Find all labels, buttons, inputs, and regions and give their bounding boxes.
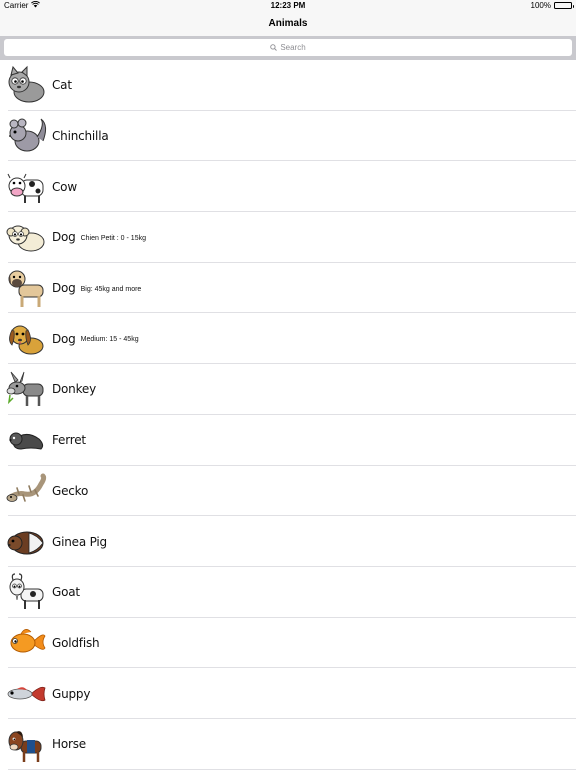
animal-list: Cat Chinchilla Cow Dog Chien Petit : 0 - 15k… [0, 60, 576, 770]
list-item[interactable]: Dog Big: 45kg and more [0, 263, 576, 314]
animal-detail: Big: 45kg and more [80, 285, 142, 293]
animal-name: Chinchilla [52, 129, 109, 144]
list-item[interactable]: Cow [0, 161, 576, 212]
search-placeholder: Search [280, 43, 306, 52]
goldfish-icon [5, 622, 47, 664]
chinchilla-icon [5, 115, 47, 157]
animal-name: Dog [52, 331, 76, 346]
animal-name: Ginea Pig [52, 534, 107, 549]
animal-name: Donkey [52, 382, 96, 397]
search-input[interactable]: Search [4, 39, 572, 56]
animal-name: Cat [52, 78, 72, 93]
list-item[interactable]: Guppy [0, 668, 576, 719]
list-item[interactable]: Donkey [0, 364, 576, 415]
gecko-icon [5, 470, 47, 512]
list-item[interactable]: Gecko [0, 466, 576, 517]
status-time: 12:23 PM [270, 1, 306, 10]
animal-name: Ferret [52, 433, 86, 448]
list-item[interactable]: Goat [0, 567, 576, 618]
search-bar: Search [0, 36, 576, 60]
big-dog-icon [5, 267, 47, 309]
animal-name: Guppy [52, 686, 91, 701]
animal-name: Goldfish [52, 635, 100, 650]
animal-name: Gecko [52, 483, 89, 498]
animal-name: Goat [52, 585, 80, 600]
ferret-icon [5, 419, 47, 461]
list-item[interactable]: Ginea Pig [0, 516, 576, 567]
navigation-bar: Animals [0, 12, 576, 36]
list-item[interactable]: Horse [0, 719, 576, 770]
status-bar: Carrier 12:23 PM 100% [0, 0, 576, 12]
animal-name: Horse [52, 737, 86, 752]
list-item[interactable]: Goldfish [0, 618, 576, 669]
donkey-icon [5, 368, 47, 410]
page-title: Animals [268, 18, 308, 29]
list-item[interactable]: Cat [0, 60, 576, 111]
horse-icon [5, 723, 47, 765]
list-item[interactable]: Dog Medium: 15 - 45kg [0, 313, 576, 364]
battery-percent: 100% [530, 1, 551, 10]
animal-name: Cow [52, 179, 77, 194]
list-item[interactable]: Ferret [0, 415, 576, 466]
goat-icon [5, 571, 47, 613]
animal-detail: Medium: 15 - 45kg [80, 336, 139, 344]
guppy-icon [5, 673, 47, 715]
cat-icon [5, 64, 47, 106]
animal-detail: Chien Petit : 0 - 15kg [80, 234, 146, 242]
search-icon [270, 44, 278, 51]
small-dog-icon [5, 216, 47, 258]
medium-dog-icon [5, 318, 47, 360]
guinea-pig-icon [5, 521, 47, 563]
list-item[interactable]: Chinchilla [0, 111, 576, 162]
animal-name: Dog [52, 230, 76, 245]
list-item[interactable]: Dog Chien Petit : 0 - 15kg [0, 212, 576, 263]
cow-icon [5, 166, 47, 208]
battery-icon [554, 2, 574, 9]
animal-name: Dog [52, 281, 76, 296]
status-right: 100% [530, 1, 574, 10]
